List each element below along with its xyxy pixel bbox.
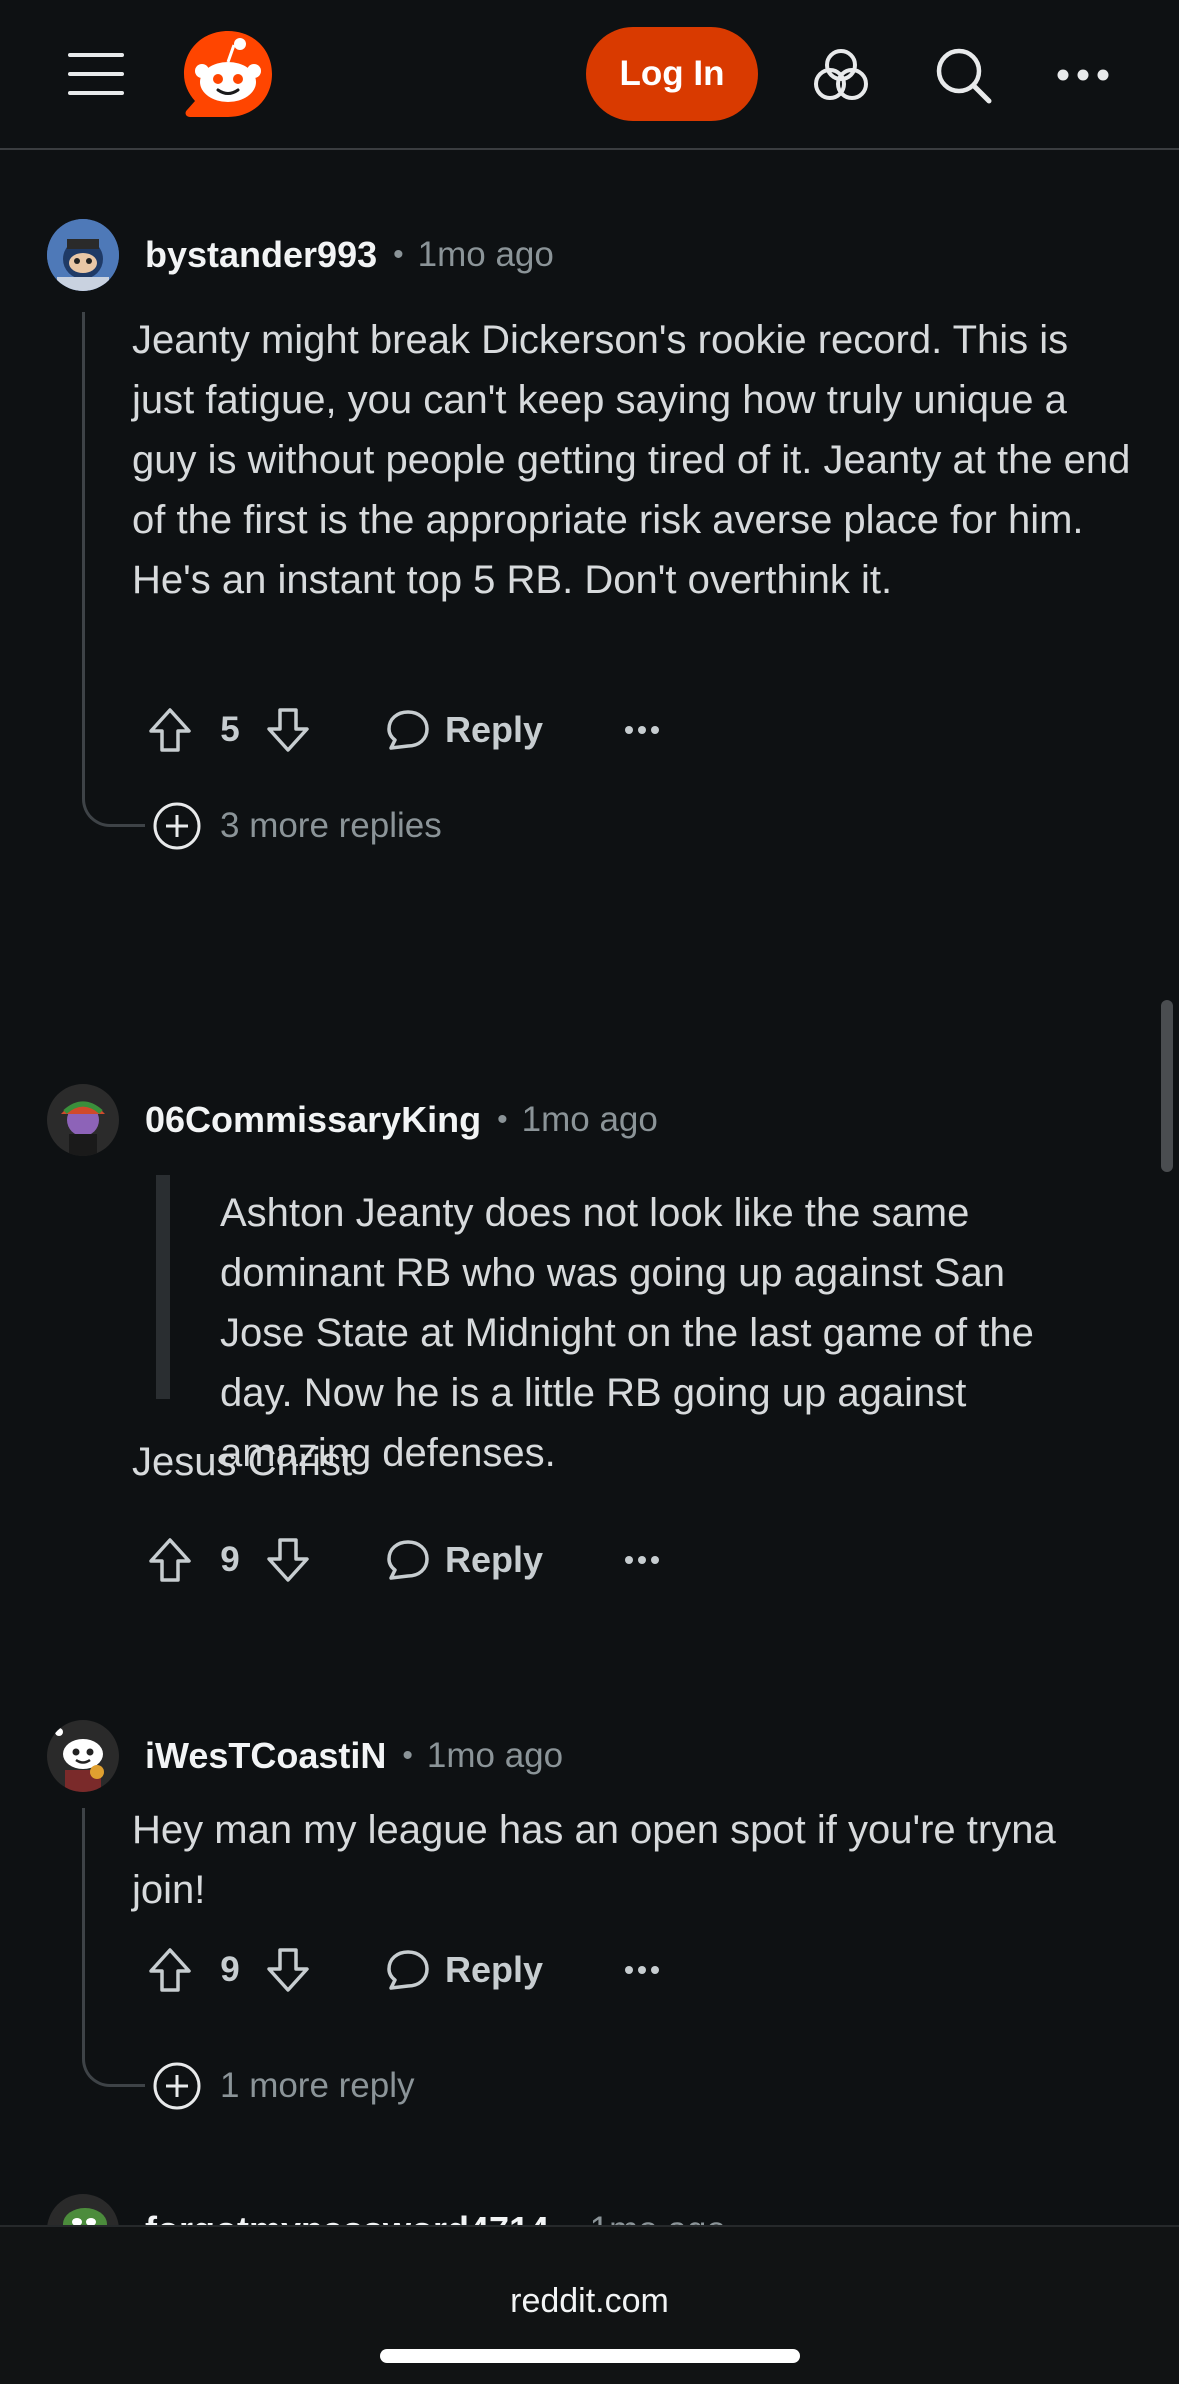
comment: 06CommissaryKing • 1mo ago Ashton Jeanty… (0, 870, 1179, 1720)
blockquote: Ashton Jeanty does not look like the sam… (156, 1175, 1056, 1475)
comments-list: bystander993 • 1mo ago Jeanty might brea… (0, 150, 1179, 2225)
comment: iWesTCoastiN • 1mo ago Hey man my league… (0, 1720, 1179, 2130)
timestamp: 1mo ago (417, 235, 554, 274)
comment-bubble-icon (387, 1540, 429, 1580)
plus-circle-icon (153, 802, 201, 850)
search-button[interactable] (930, 42, 996, 108)
upvote-arrow-icon (149, 708, 191, 752)
downvote-button[interactable] (260, 1520, 316, 1600)
reply-label: Reply (444, 709, 544, 750)
domain-label[interactable]: reddit.com (0, 2282, 1179, 2321)
plus-circle-icon (153, 2062, 201, 2110)
username[interactable]: iWesTCoastiN (145, 1735, 386, 1777)
separator-dot: • (393, 238, 404, 271)
vote-score: 9 (220, 1540, 240, 1579)
overflow-menu-button[interactable] (1050, 50, 1116, 100)
hamburger-menu-icon (68, 53, 124, 95)
menu-button[interactable] (60, 44, 132, 104)
user-avatar-icon (47, 219, 119, 291)
downvote-arrow-icon (267, 1538, 309, 1582)
reply-button[interactable]: Reply (374, 1930, 554, 2010)
separator-dot: • (565, 2213, 576, 2225)
more-horizontal-icon (625, 1556, 659, 1564)
avatar[interactable] (47, 2194, 119, 2225)
more-replies-button[interactable]: 3 more replies (152, 798, 442, 854)
upvote-arrow-icon (149, 1948, 191, 1992)
more-horizontal-icon (625, 1966, 659, 1974)
downvote-button[interactable] (260, 690, 316, 770)
games-button[interactable] (808, 42, 874, 108)
downvote-arrow-icon (267, 708, 309, 752)
comment-more-button[interactable] (612, 1930, 672, 2010)
comment: bystander993 • 1mo ago Jeanty might brea… (0, 150, 1179, 870)
more-horizontal-icon (1057, 69, 1109, 81)
downvote-button[interactable] (260, 1930, 316, 2010)
upvote-button[interactable] (142, 1930, 198, 2010)
comment-body: Jesus Christ (132, 1440, 353, 1484)
reddit-snoo-logo-icon (184, 31, 272, 117)
home-indicator[interactable] (380, 2349, 800, 2363)
separator-dot: • (402, 1739, 413, 1772)
more-replies-label: 3 more replies (220, 806, 442, 845)
user-avatar-icon (47, 2194, 119, 2225)
comment-meta: bystander993 • 1mo ago (145, 219, 554, 291)
reply-button[interactable]: Reply (374, 1520, 554, 1600)
browser-address-bar: reddit.com (0, 2225, 1179, 2384)
comment-more-button[interactable] (612, 1520, 672, 1600)
comment-meta: iWesTCoastiN • 1mo ago (145, 1720, 563, 1792)
user-avatar-icon (47, 1084, 119, 1156)
avatar[interactable] (47, 219, 119, 291)
more-replies-label: 1 more reply (220, 2066, 415, 2105)
scrollbar[interactable] (1161, 1000, 1173, 1172)
avatar[interactable] (47, 1084, 119, 1156)
comment-bubble-icon (387, 1950, 429, 1990)
upvote-arrow-icon (149, 1538, 191, 1582)
more-horizontal-icon (625, 726, 659, 734)
more-replies-button[interactable]: 1 more reply (152, 2058, 415, 2114)
comment-actions: 9 Reply (132, 1520, 732, 1600)
comment-actions: 9 Reply (132, 1930, 732, 2010)
comment-body: Hey man my league has an open spot if yo… (132, 1808, 1056, 1912)
reply-label: Reply (444, 1949, 544, 1990)
username[interactable]: 06CommissaryKing (145, 1099, 481, 1141)
vote-score: 9 (220, 1950, 240, 1989)
timestamp: 1mo ago (426, 1736, 564, 1775)
reddit-logo[interactable] (180, 27, 276, 123)
comment-meta: forgotmypassword4714 • 1mo ago (145, 2194, 726, 2225)
comment-body: Jeanty might break Dickerson's rookie re… (132, 318, 1131, 602)
search-icon (936, 48, 992, 104)
comment: forgotmypassword4714 • 1mo ago (0, 2194, 1179, 2225)
reply-button[interactable]: Reply (374, 690, 554, 770)
downvote-arrow-icon (267, 1948, 309, 1992)
vote-score: 5 (220, 710, 240, 749)
username[interactable]: bystander993 (145, 234, 377, 276)
username[interactable]: forgotmypassword4714 (145, 2209, 549, 2225)
upvote-button[interactable] (142, 1520, 198, 1600)
comment-meta: 06CommissaryKing • 1mo ago (145, 1084, 658, 1156)
timestamp: 1mo ago (521, 1100, 658, 1139)
comment-more-button[interactable] (612, 690, 672, 770)
avatar[interactable] (47, 1720, 119, 1792)
triple-circle-icon (814, 49, 868, 100)
user-avatar-icon (47, 1720, 119, 1792)
comment-bubble-icon (387, 710, 429, 750)
separator-dot: • (497, 1103, 508, 1136)
upvote-button[interactable] (142, 690, 198, 770)
timestamp: 1mo ago (590, 2210, 726, 2225)
reply-label: Reply (444, 1539, 544, 1580)
log-in-button[interactable]: Log In (586, 27, 758, 121)
top-app-bar: Log In (0, 0, 1179, 150)
comment-actions: 5 Reply (132, 690, 732, 770)
